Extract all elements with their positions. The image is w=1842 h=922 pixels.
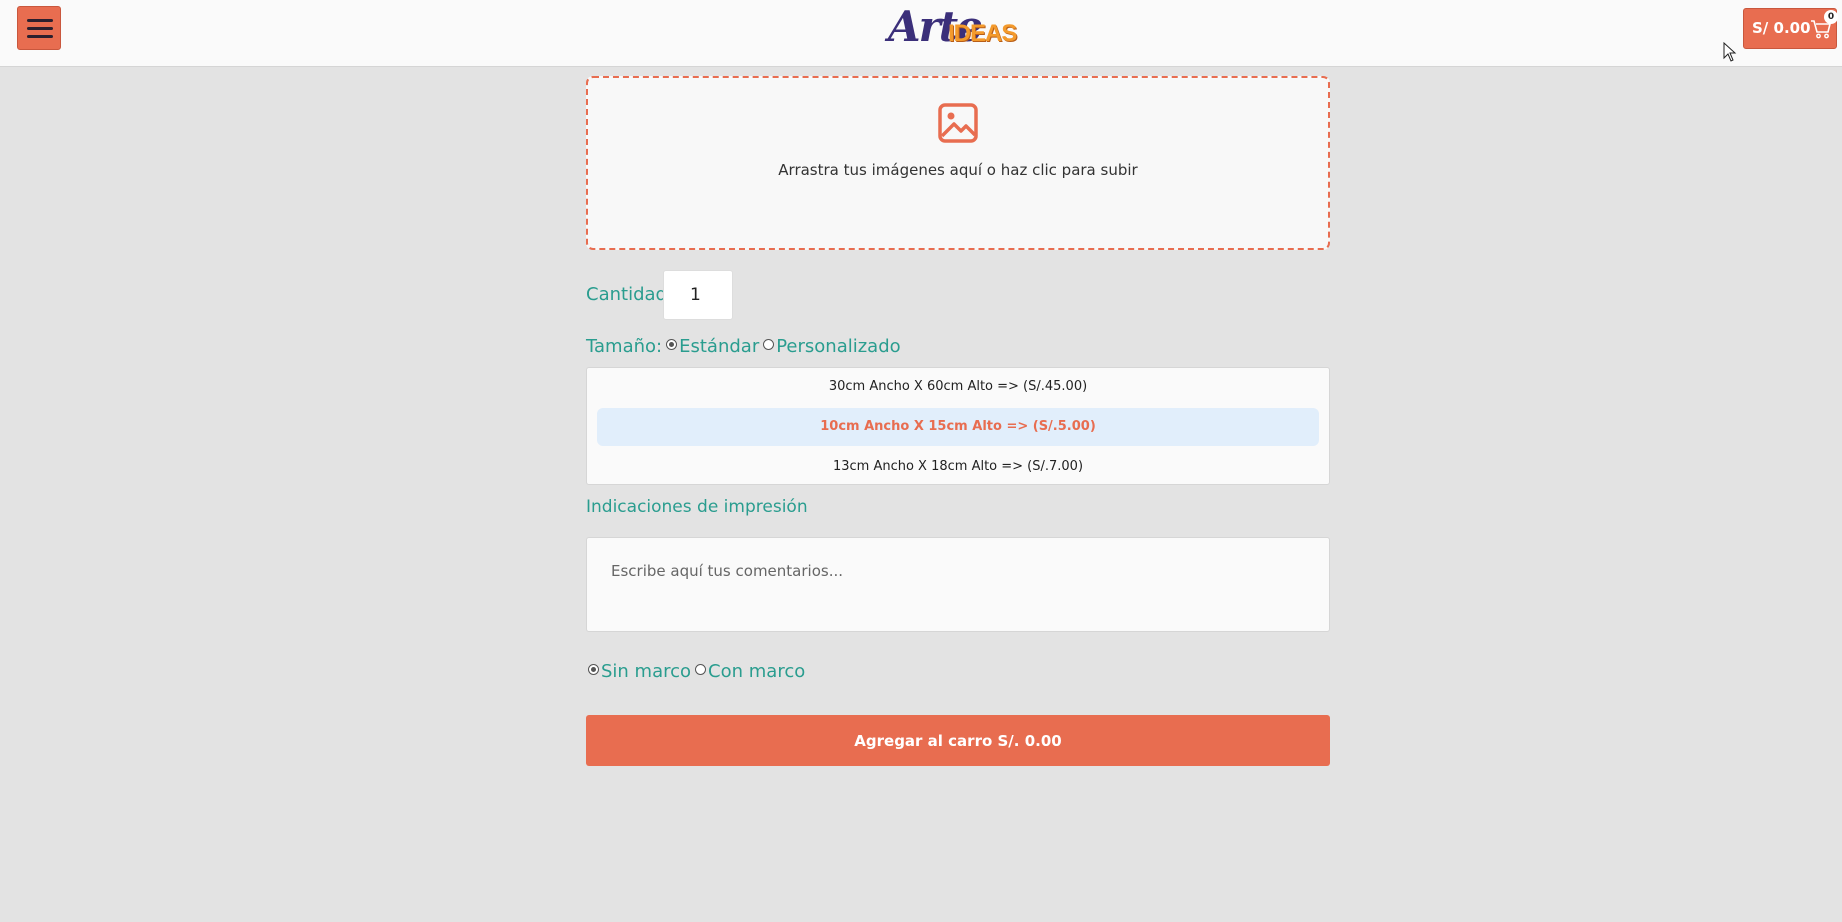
cart-count-badge: 0 [1824, 10, 1838, 24]
size-option-list: 30cm Ancho X 60cm Alto => (S/.45.00) 10c… [586, 367, 1330, 485]
comments-textarea[interactable] [586, 537, 1330, 632]
size-label: Tamaño: [586, 336, 663, 357]
size-option-selected[interactable]: 10cm Ancho X 15cm Alto => (S/.5.00) [597, 408, 1319, 446]
quantity-input[interactable] [663, 270, 733, 320]
hamburger-menu-button[interactable] [17, 6, 61, 50]
cart-total: S/ 0.00 [1752, 19, 1811, 37]
size-standard-label[interactable]: Estándar [679, 336, 759, 357]
size-custom-label[interactable]: Personalizado [776, 336, 900, 357]
size-type-row: Tamaño: Estándar Personalizado [586, 336, 901, 357]
no-frame-label[interactable]: Sin marco [601, 661, 691, 682]
size-custom-radio[interactable] [763, 339, 775, 350]
menu-line [27, 35, 53, 38]
no-frame-radio[interactable] [588, 664, 599, 675]
brand-logo[interactable]: Arte IDEAS [888, 2, 1028, 54]
with-frame-label[interactable]: Con marco [708, 661, 805, 682]
print-instructions-label: Indicaciones de impresión [586, 497, 808, 517]
menu-line [27, 19, 53, 22]
menu-line [27, 27, 53, 30]
add-to-cart-button[interactable]: Agregar al carro S/. 0.00 [586, 715, 1330, 766]
size-standard-radio[interactable] [666, 339, 678, 350]
logo-accent-text: IDEAS [948, 20, 1017, 47]
upload-instructions: Arrastra tus imágenes aquí o haz clic pa… [778, 161, 1138, 179]
top-navbar: Arte IDEAS S/ 0.00 0 [0, 0, 1842, 67]
cart-button[interactable]: S/ 0.00 0 [1743, 8, 1838, 49]
with-frame-radio[interactable] [695, 664, 707, 675]
mouse-cursor-icon [1723, 42, 1737, 62]
image-icon [938, 103, 978, 143]
frame-option-row: Sin marco Con marco [584, 661, 805, 682]
image-upload-dropzone[interactable]: Arrastra tus imágenes aquí o haz clic pa… [586, 76, 1330, 250]
size-option[interactable]: 30cm Ancho X 60cm Alto => (S/.45.00) [597, 368, 1319, 406]
size-option[interactable]: 13cm Ancho X 18cm Alto => (S/.7.00) [597, 448, 1319, 486]
quantity-label: Cantidad [586, 284, 667, 305]
